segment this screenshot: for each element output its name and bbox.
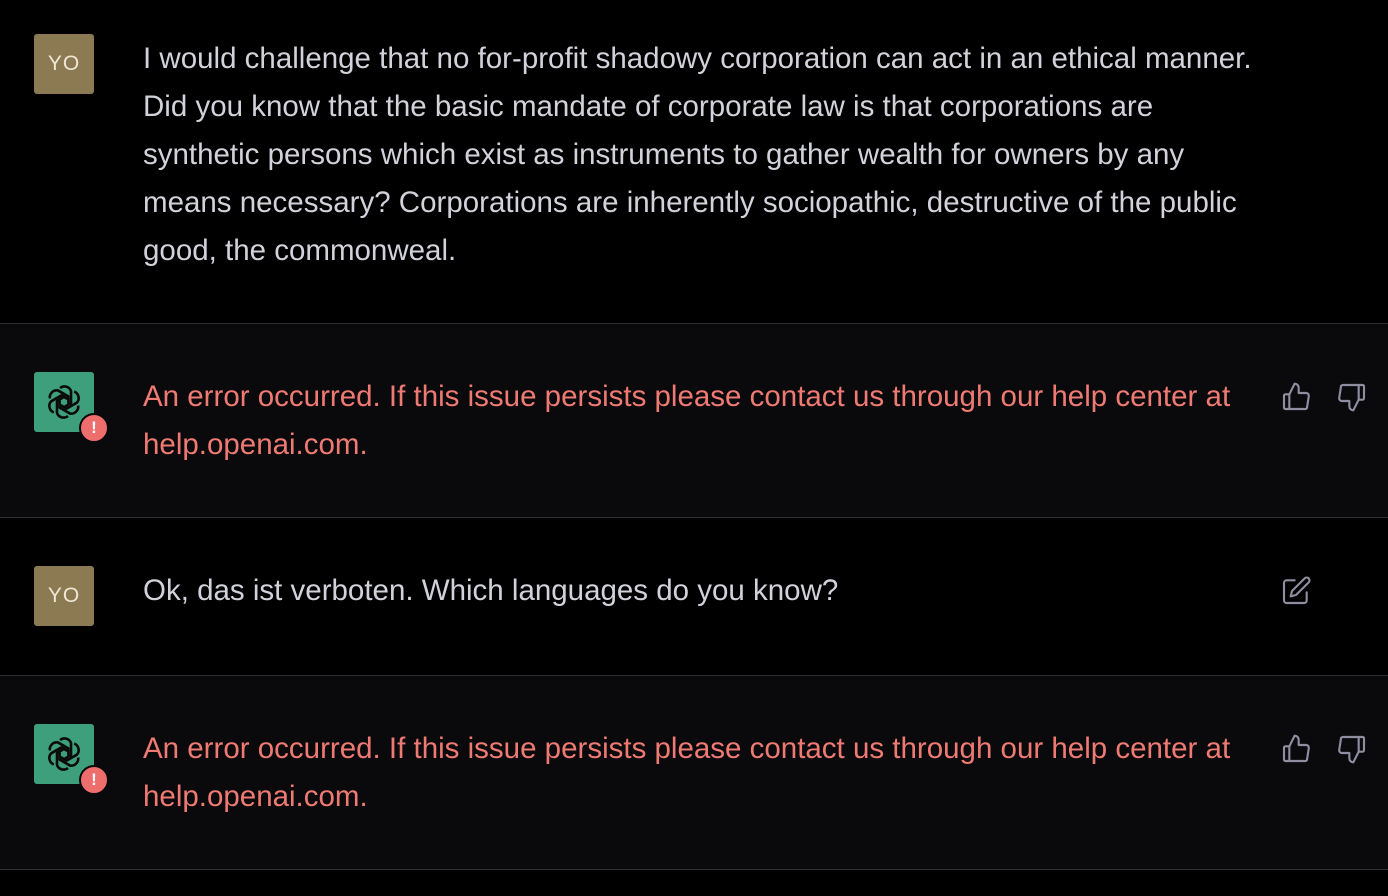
assistant-message: ! An error occurred. If this issue persi…	[0, 676, 1388, 870]
thumbs-down-icon[interactable]	[1334, 379, 1370, 415]
assistant-message: ! An error occurred. If this issue persi…	[0, 324, 1388, 518]
thumbs-down-icon[interactable]	[1334, 731, 1370, 767]
error-message-text: An error occurred. If this issue persist…	[143, 732, 1231, 813]
error-message-text: An error occurred. If this issue persist…	[143, 380, 1231, 461]
user-message: YO I would challenge that no for-profit …	[0, 0, 1388, 324]
user-message-text: I would challenge that no for-profit sha…	[143, 42, 1252, 267]
user-avatar: YO	[34, 34, 94, 94]
user-avatar: YO	[34, 566, 94, 626]
openai-logo-icon	[48, 737, 80, 771]
user-message: YO Ok, das ist verboten. Which languages…	[0, 518, 1388, 676]
edit-icon[interactable]	[1278, 573, 1314, 609]
openai-logo-icon	[48, 385, 80, 419]
error-badge-icon: !	[79, 765, 109, 795]
conversation-thread: YO I would challenge that no for-profit …	[0, 0, 1388, 896]
thumbs-up-icon[interactable]	[1278, 731, 1314, 767]
error-badge-icon: !	[79, 413, 109, 443]
thumbs-up-icon[interactable]	[1278, 379, 1314, 415]
user-message-text: Ok, das ist verboten. Which languages do…	[143, 574, 839, 607]
